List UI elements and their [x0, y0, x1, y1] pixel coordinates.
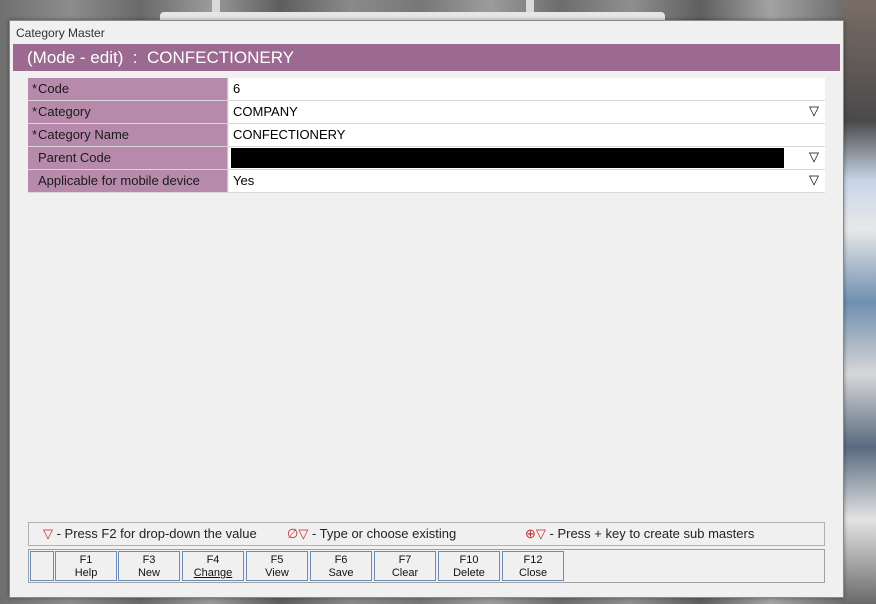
field-label-text: Category Name — [38, 127, 130, 142]
function-key-bar: F1 Help F3 New F4 Change F5 View F6 Save… — [28, 549, 825, 583]
field-label-text: Parent Code — [38, 150, 111, 165]
key-action: Close — [518, 567, 548, 579]
dropdown-icon[interactable]: ▽ — [809, 173, 821, 187]
field-value: Yes — [233, 173, 255, 188]
view-button[interactable]: F5 View — [246, 551, 308, 581]
create-sub-master-icon: ⊕▽ — [525, 526, 546, 541]
key-label: F7 — [398, 554, 412, 566]
code-field[interactable]: 6 — [229, 78, 825, 100]
selected-highlight — [231, 148, 784, 168]
dropdown-icon[interactable]: ▽ — [809, 104, 821, 118]
field-label-text: Code — [38, 81, 70, 96]
key-label: F5 — [270, 554, 284, 566]
key-action: Save — [328, 567, 354, 579]
mode-bar: (Mode - edit) : CONFECTIONERY — [13, 44, 840, 71]
field-label: *Category Name — [28, 124, 228, 146]
field-row-parent-code: Parent Code ▽ — [28, 147, 825, 170]
field-row-category-name: *Category Name CONFECTIONERY — [28, 124, 825, 147]
field-label: *Code — [28, 78, 228, 100]
key-action: Change — [193, 567, 233, 579]
delete-button[interactable]: F10 Delete — [438, 551, 500, 581]
close-button[interactable]: F12 Close — [502, 551, 564, 581]
key-label: F12 — [523, 554, 543, 566]
field-label: *Category — [28, 101, 228, 123]
legend-text: - Press + key to create sub masters — [545, 526, 755, 541]
mode-bar-text: (Mode - edit) : CONFECTIONERY — [27, 48, 295, 67]
field-value: CONFECTIONERY — [233, 127, 346, 142]
field-row-code: *Code 6 — [28, 78, 825, 101]
key-action: View — [265, 567, 289, 579]
key-action: Clear — [391, 567, 419, 579]
help-button[interactable]: F1 Help — [55, 551, 117, 581]
legend-bar: ▽ - Press F2 for drop-down the value ∅▽ … — [28, 522, 825, 546]
new-button[interactable]: F3 New — [118, 551, 180, 581]
blank-button[interactable] — [30, 551, 54, 581]
key-label: F1 — [79, 554, 93, 566]
field-value: 6 — [233, 81, 241, 96]
legend-item: ∅▽ - Type or choose existing — [287, 526, 456, 542]
dropdown-icon: ▽ — [43, 526, 53, 541]
key-action: New — [137, 567, 160, 579]
field-row-category: *Category COMPANY ▽ — [28, 101, 825, 124]
type-or-choose-icon: ∅▽ — [287, 526, 309, 541]
legend-item: ⊕▽ - Press + key to create sub masters — [525, 526, 754, 542]
field-label-text: Category — [38, 104, 91, 119]
key-action: Delete — [453, 567, 485, 579]
field-label: Parent Code — [28, 147, 228, 169]
key-label: F4 — [206, 554, 220, 566]
field-grid: *Code 6 *Category COMPANY ▽ *Category Na… — [28, 78, 825, 193]
key-label: F10 — [459, 554, 479, 566]
key-label: F6 — [334, 554, 348, 566]
field-value: COMPANY — [233, 104, 298, 119]
mobile-device-field[interactable]: Yes ▽ — [229, 170, 825, 192]
clear-button[interactable]: F7 Clear — [374, 551, 436, 581]
window-titlebar[interactable]: Category Master — [10, 21, 843, 43]
category-field[interactable]: COMPANY ▽ — [229, 101, 825, 123]
field-row-mobile-device: Applicable for mobile device Yes ▽ — [28, 170, 825, 193]
key-action: Help — [74, 567, 98, 579]
window-title: Category Master — [16, 26, 105, 40]
field-label-text: Applicable for mobile device — [38, 173, 200, 188]
change-button[interactable]: F4 Change — [182, 551, 244, 581]
category-name-field[interactable]: CONFECTIONERY — [229, 124, 825, 146]
dropdown-icon[interactable]: ▽ — [809, 150, 821, 164]
parent-code-field[interactable]: ▽ — [229, 147, 825, 169]
save-button[interactable]: F6 Save — [310, 551, 372, 581]
key-label: F3 — [142, 554, 156, 566]
legend-text: - Press F2 for drop-down the value — [53, 526, 257, 541]
legend-item: ▽ - Press F2 for drop-down the value — [43, 526, 257, 542]
category-master-window: Category Master (Mode - edit) : CONFECTI… — [9, 20, 844, 598]
legend-text: - Type or choose existing — [308, 526, 457, 541]
background-shelf — [842, 0, 876, 604]
background-window-edge — [160, 12, 665, 20]
field-label: Applicable for mobile device — [28, 170, 228, 192]
